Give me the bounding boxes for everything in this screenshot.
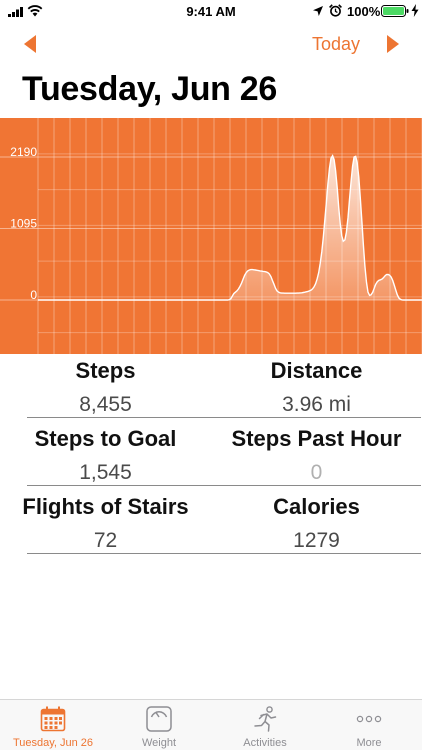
alarm-clock-icon (329, 4, 342, 17)
status-bar: 9:41 AM 100% (0, 0, 422, 24)
y-tick-label: 0 (30, 288, 37, 302)
tab-more[interactable]: More (316, 700, 422, 750)
more-dots-icon (356, 715, 382, 723)
stat-label: Steps (75, 358, 136, 383)
stat-steps-to-goal: Steps to Goal 1,545 (0, 426, 211, 485)
scale-icon (146, 706, 172, 732)
chevron-right-icon[interactable] (385, 33, 401, 55)
stat-label: Distance (270, 358, 363, 383)
today-button[interactable]: Today (312, 34, 360, 55)
stat-calories: Calories 1279 (211, 494, 422, 553)
stat-label: Steps Past Hour (231, 426, 402, 451)
tab-activities[interactable]: Activities (212, 700, 318, 750)
stat-flights: Flights of Stairs 72 (0, 494, 211, 553)
tab-label: More (356, 737, 382, 749)
stat-value: 1,545 (79, 461, 132, 484)
calendar-icon (40, 706, 66, 732)
tab-label: Activities (243, 737, 287, 749)
page-title: Tuesday, Jun 26 (22, 70, 277, 108)
stat-value: 8,455 (79, 393, 132, 416)
row-divider (27, 553, 421, 554)
tab-bar: Tuesday, Jun 26 Weight Activities More (0, 699, 422, 750)
stat-value: 72 (93, 529, 118, 552)
stat-label: Steps to Goal (34, 426, 177, 451)
stat-steps: Steps 8,455 (0, 358, 211, 417)
tab-weight[interactable]: Weight (106, 700, 212, 750)
battery-percent: 100% (347, 4, 381, 19)
running-person-icon (254, 706, 277, 732)
row-divider (27, 485, 421, 486)
tab-label: Tuesday, Jun 26 (12, 737, 94, 749)
stat-value: 1279 (293, 529, 340, 552)
location-arrow-icon (313, 6, 323, 16)
y-tick-label: 2190 (10, 145, 37, 159)
battery-icon (381, 5, 409, 17)
stat-label: Calories (273, 494, 360, 519)
tab-today[interactable]: Tuesday, Jun 26 (0, 700, 106, 750)
steps-chart-svg: 2190 1095 0 (0, 118, 422, 354)
charging-bolt-icon (411, 4, 419, 17)
stat-distance: Distance 3.96 mi (211, 358, 422, 417)
steps-chart: 2190 1095 0 (0, 118, 422, 354)
stat-label: Flights of Stairs (22, 494, 189, 519)
stat-steps-past-hour: Steps Past Hour 0 (211, 426, 422, 485)
stat-value: 3.96 mi (282, 393, 351, 416)
date-navigation: Today (0, 30, 422, 60)
y-tick-label: 1095 (10, 217, 37, 231)
tab-label: Weight (141, 737, 177, 749)
chevron-left-icon[interactable] (22, 33, 38, 55)
row-divider (27, 417, 421, 418)
stat-value: 0 (310, 461, 323, 484)
